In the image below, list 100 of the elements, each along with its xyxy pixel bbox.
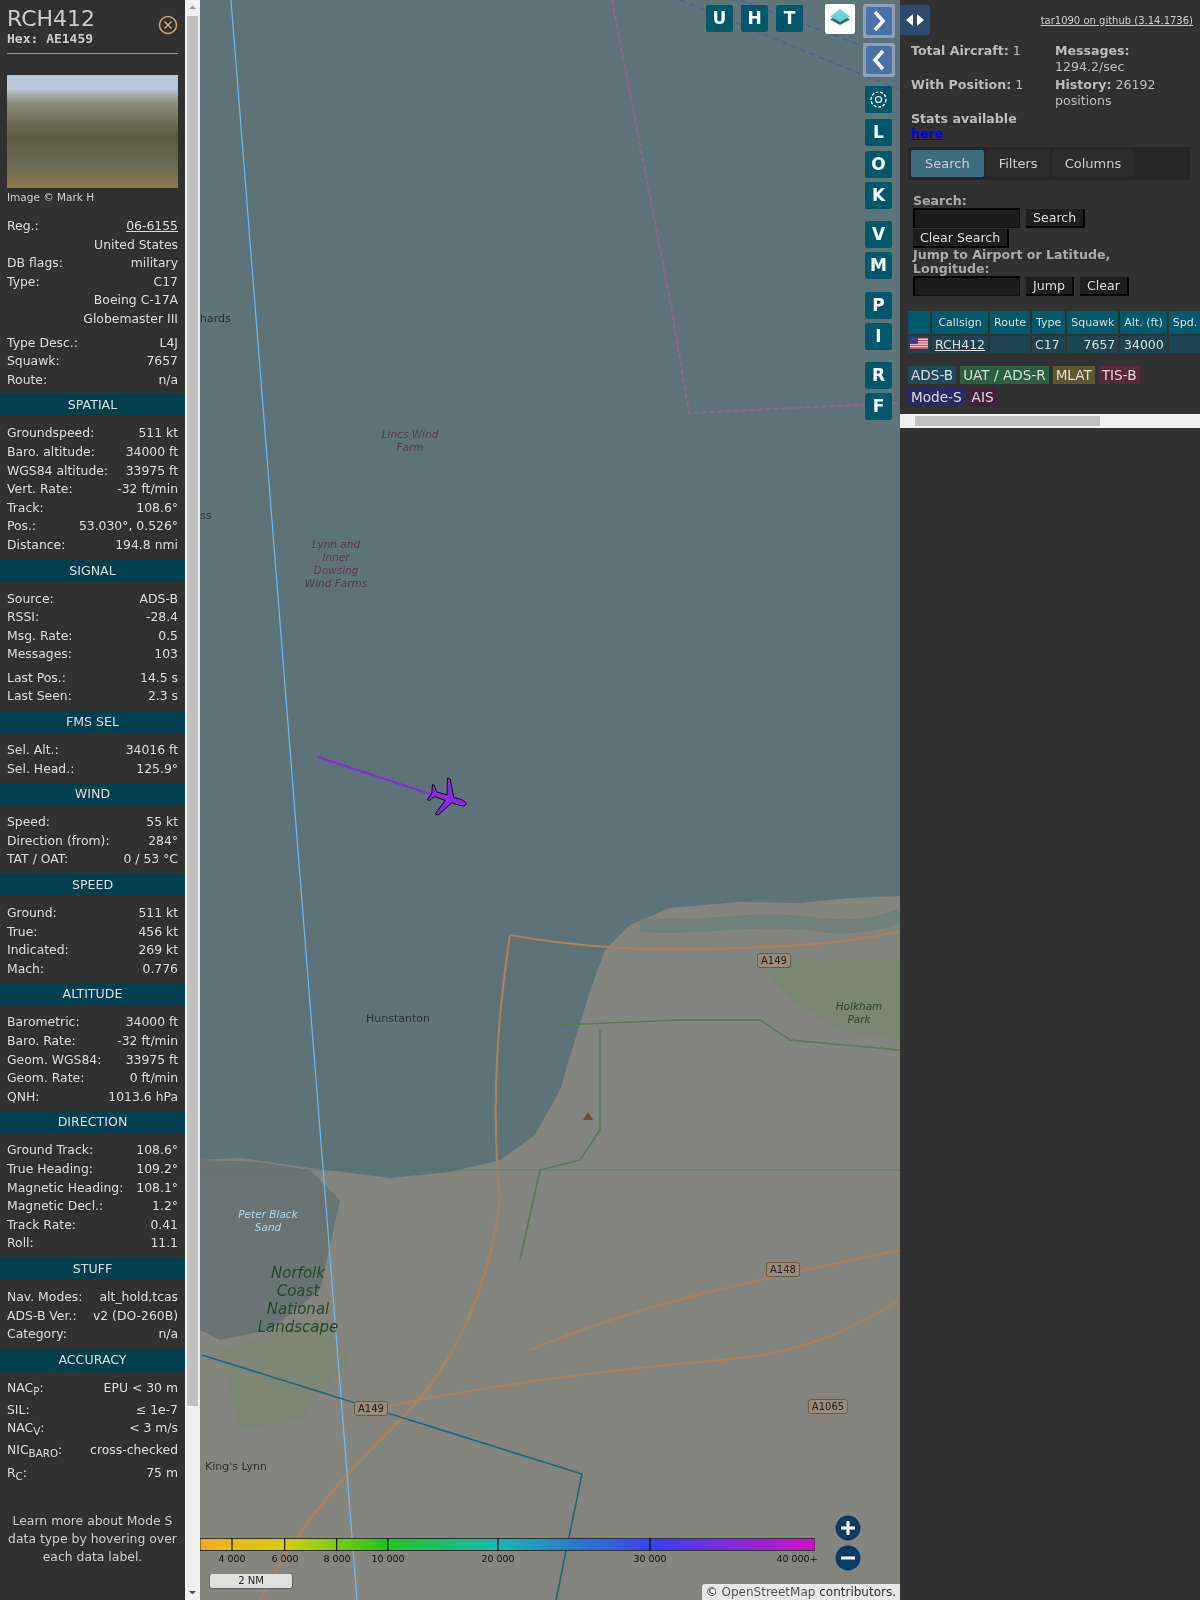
- field-value: 53.030°, 0.526°: [78, 517, 178, 536]
- field-label: Reg.:: [7, 217, 39, 235]
- column-header[interactable]: Callsign: [932, 311, 989, 334]
- field-label: SIL:: [7, 1400, 30, 1419]
- source-tag: AIS: [968, 388, 997, 406]
- tab[interactable]: Search: [911, 150, 984, 177]
- field-label: Last Pos.:: [7, 668, 66, 687]
- field-value: 1.2°: [152, 1197, 178, 1216]
- source-tag: UAT / ADS-R: [960, 366, 1049, 384]
- field-value: 108.1°: [136, 1178, 178, 1197]
- section-header: STUFF: [0, 1257, 185, 1280]
- field-label: Nav. Modes:: [7, 1287, 83, 1306]
- field-value: 108.6°: [136, 1141, 178, 1160]
- map-toggle-button[interactable]: K: [865, 182, 892, 209]
- zoom-in-icon[interactable]: [835, 1515, 861, 1541]
- settings-icon[interactable]: [865, 86, 892, 113]
- column-header[interactable]: Route: [990, 311, 1030, 334]
- field-value: 34016 ft: [125, 741, 178, 760]
- field-value: 33975 ft: [125, 461, 178, 480]
- field-value: 2.3 s: [147, 687, 178, 706]
- source-tag: MLAT: [1052, 366, 1095, 384]
- field-label: Ground:: [7, 904, 57, 923]
- map-toggle-button[interactable]: L: [865, 119, 892, 146]
- field-label: Search:: [913, 194, 967, 208]
- field-label: NAC$_{V}$:: [7, 1419, 45, 1440]
- field-value: 14.5 s: [140, 668, 178, 687]
- clear-search-button[interactable]: Clear Search: [913, 229, 1010, 248]
- field-label: Squawk:: [7, 352, 60, 371]
- location-field[interactable]: [913, 276, 1020, 296]
- section-header: SPATIAL: [0, 394, 185, 417]
- field-label: Type:: [7, 272, 40, 291]
- field-value: 1013.6 hPa: [108, 1087, 178, 1106]
- field-label: Distance:: [7, 535, 66, 554]
- field-label: Category:: [7, 1325, 67, 1344]
- field-value: -32 ft/min: [117, 1032, 178, 1050]
- field-label: Baro. altitude:: [7, 442, 95, 461]
- column-header[interactable]: Alt. (ft): [1120, 311, 1167, 334]
- map-toggle-button[interactable]: R: [865, 362, 892, 389]
- map-toggle-button[interactable]: T: [776, 5, 803, 32]
- map-toggle-button[interactable]: F: [865, 393, 892, 420]
- map-toggle-button[interactable]: M: [865, 252, 892, 279]
- zoom-out-icon[interactable]: [835, 1545, 861, 1571]
- field-label: WGS84 altitude:: [7, 461, 109, 480]
- stat-text: Messages: 1294.2/sec: [1055, 43, 1131, 74]
- field-value: 34000 ft: [125, 442, 178, 461]
- map-label: Lincs Wind Farm: [380, 428, 440, 454]
- registration-link[interactable]: 06-6155: [126, 217, 178, 236]
- field-value: ADS-B: [139, 589, 178, 608]
- hex-code: Hex: AE1459: [7, 31, 95, 46]
- field-label: Route:: [7, 370, 48, 389]
- map-toggle-button[interactable]: P: [865, 292, 892, 319]
- field-value: 109.2°: [136, 1159, 178, 1178]
- github-link[interactable]: tar1090 on github (3.14.1736): [1040, 15, 1193, 26]
- close-icon[interactable]: [158, 15, 178, 35]
- field-label: Ground Track:: [7, 1141, 94, 1160]
- column-header[interactable]: Squawk: [1067, 311, 1119, 334]
- attribution-link[interactable]: OpenStreetMap: [721, 1585, 816, 1599]
- field-value: 0.41: [150, 1215, 178, 1234]
- expand-collapse-icon[interactable]: [900, 5, 930, 35]
- scale-label: 10 000: [371, 1553, 405, 1564]
- column-header[interactable]: Type: [1032, 311, 1066, 334]
- field-value: n/a: [158, 370, 178, 389]
- field-value: 0 ft/min: [129, 1069, 178, 1088]
- field-value: 284°: [148, 831, 178, 850]
- field-label: ADS-B Ver.:: [7, 1306, 77, 1325]
- field-label: Indicated:: [7, 941, 69, 960]
- search-button[interactable]: Search: [1026, 209, 1086, 228]
- field-label: RSSI:: [7, 608, 40, 627]
- field-value: v2 (DO-260B): [92, 1306, 178, 1325]
- field-value: 511 kt: [138, 424, 178, 443]
- layers-icon[interactable]: [825, 4, 855, 34]
- map-toggle-button[interactable]: U: [706, 5, 733, 32]
- table-cell: C17: [1032, 336, 1066, 353]
- field-label: R$_{C}$:: [7, 1463, 27, 1484]
- map-label: Lynn and Inner Dowsing Wind Farms: [303, 538, 369, 590]
- field-value: 11.1: [150, 1234, 178, 1253]
- clear-button[interactable]: Clear: [1079, 277, 1129, 296]
- column-header[interactable]: Spd.: [1168, 311, 1200, 334]
- jump-button[interactable]: Jump: [1026, 277, 1074, 296]
- peak-icon: [582, 1111, 594, 1121]
- field-value: 7657: [146, 352, 178, 371]
- field-label: Messages:: [7, 645, 72, 664]
- field-label: QNH:: [7, 1087, 40, 1106]
- field-value: -32 ft/min: [117, 480, 178, 499]
- map-toggle-button[interactable]: I: [865, 323, 892, 350]
- field-label: Vert. Rate:: [7, 480, 73, 499]
- chevron-left-icon[interactable]: [863, 43, 895, 77]
- search-field[interactable]: [913, 208, 1020, 228]
- tab[interactable]: Filters: [986, 150, 1050, 177]
- scale-label: 30 000: [633, 1553, 667, 1564]
- map-toggle-button[interactable]: V: [865, 221, 892, 248]
- field-value: L4J: [159, 333, 178, 352]
- scale-label: 4 000: [218, 1553, 246, 1564]
- chevron-right-icon[interactable]: [863, 4, 895, 38]
- horizontal-scrollbar[interactable]: [900, 414, 1200, 428]
- map-toggle-button[interactable]: O: [865, 151, 892, 178]
- aircraft-callsign: RCH412: [7, 7, 96, 31]
- map-toggle-button[interactable]: H: [741, 5, 768, 32]
- vertical-scrollbar[interactable]: [185, 0, 200, 1600]
- tab[interactable]: Columns: [1052, 150, 1134, 177]
